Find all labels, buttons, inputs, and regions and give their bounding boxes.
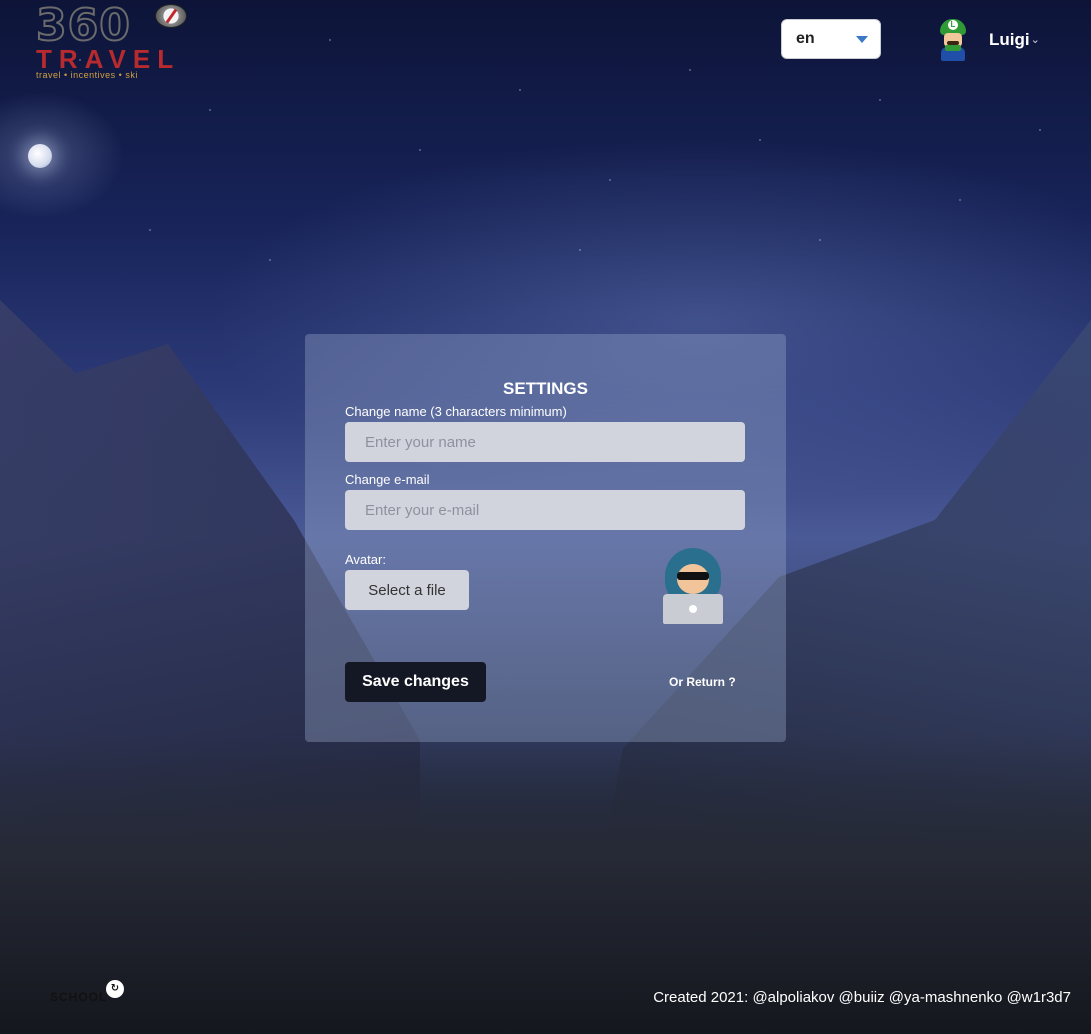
email-label: Change e-mail xyxy=(345,472,430,487)
name-input[interactable] xyxy=(345,422,745,462)
sunglasses-shape xyxy=(677,572,709,580)
logo-number: 360 xyxy=(35,0,131,51)
user-menu[interactable]: Luigi ⌄ xyxy=(935,18,1040,62)
user-avatar[interactable] xyxy=(935,19,971,61)
school-logo[interactable]: SCHOOL ↻ xyxy=(50,980,140,1014)
moon xyxy=(28,144,52,168)
avatar-preview xyxy=(659,548,727,628)
avatar-body xyxy=(941,45,965,61)
rocket-icon: ↻ xyxy=(106,980,124,998)
user-name[interactable]: Luigi xyxy=(989,30,1030,50)
dropdown-caret-icon xyxy=(856,36,868,43)
chevron-down-icon[interactable]: ⌄ xyxy=(1031,34,1040,46)
footer-credits: Created 2021: @alpoliakov @buiiz @ya-mas… xyxy=(653,989,1071,1006)
select-file-button[interactable]: Select a file xyxy=(345,570,469,610)
return-link[interactable]: Or Return ? xyxy=(669,675,736,689)
site-logo[interactable]: 360 TRAVEL travel • incentives • ski xyxy=(35,0,187,80)
language-select[interactable]: en xyxy=(781,19,881,59)
settings-title: SETTINGS xyxy=(502,379,588,398)
save-changes-button[interactable]: Save changes xyxy=(345,662,486,702)
name-label: Change name (3 characters minimum) xyxy=(345,404,567,419)
compass-icon xyxy=(155,4,187,28)
logo-brand: TRAVEL xyxy=(36,44,181,74)
laptop-icon xyxy=(663,594,723,624)
avatar-label: Avatar: xyxy=(345,552,386,567)
settings-panel: SETTINGS Change name (3 characters minim… xyxy=(305,334,786,742)
email-input[interactable] xyxy=(345,490,745,530)
school-logo-text: SCHOOL xyxy=(50,990,108,1004)
language-value: en xyxy=(796,30,815,47)
logo-tagline: travel • incentives • ski xyxy=(36,70,138,80)
